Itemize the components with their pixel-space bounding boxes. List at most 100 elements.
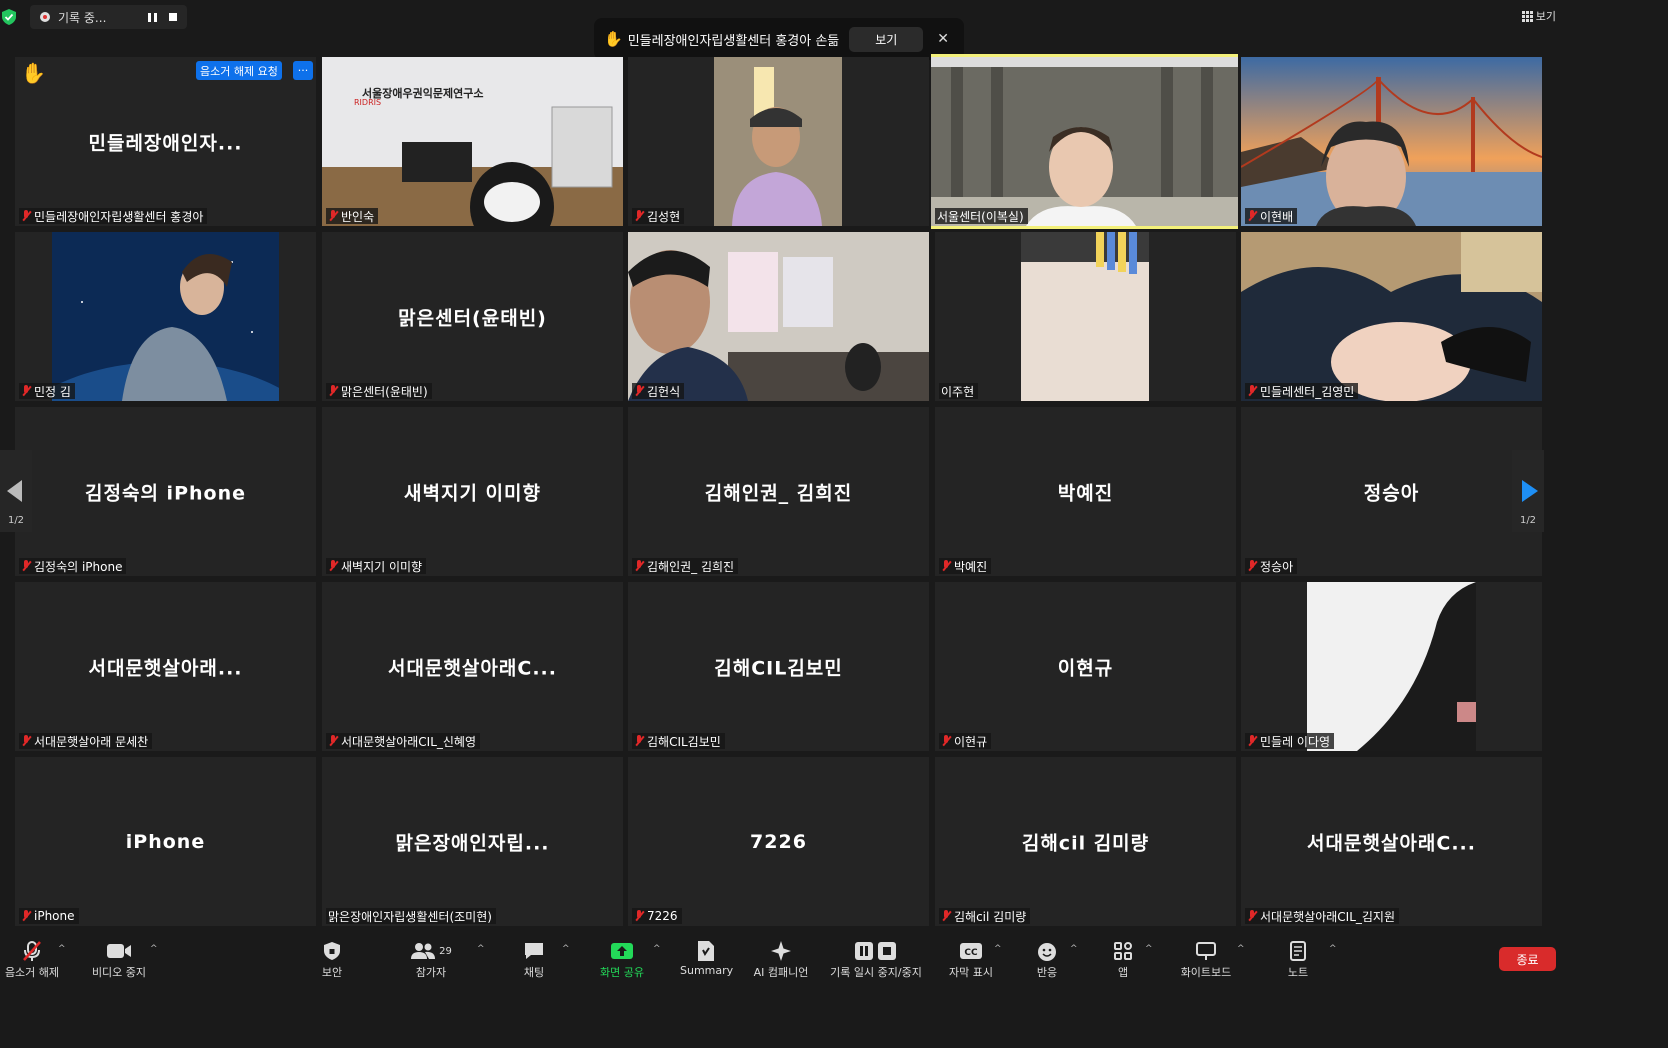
prev-page-button[interactable]: 1/2 [0, 450, 32, 532]
meeting-toolbar: 음소거 해제 ^ 비디오 중지 ^ 보안 29 참가자 ^ 채팅 ^ 화면 공유… [0, 928, 1568, 985]
more-options-button[interactable]: ··· [293, 61, 313, 80]
mic-muted-icon [941, 735, 951, 747]
participant-tile[interactable]: 새벽지기 이미향 새벽지기 이미향 [322, 407, 623, 576]
participant-video [628, 232, 929, 401]
participant-tile[interactable]: 민정 김 [15, 232, 316, 401]
office-logo-text: RIDRIS [354, 98, 381, 107]
participant-tile[interactable]: 김해cil 김미량 김해cil 김미량 [935, 757, 1236, 926]
view-label: 보기 [1535, 10, 1556, 23]
reactions-options-chevron-icon[interactable]: ^ [1070, 944, 1078, 954]
pause-icon[interactable] [148, 12, 157, 22]
participant-tile[interactable]: 맑은센터(윤태빈) 맑은센터(윤태빈) [322, 232, 623, 401]
participant-tile[interactable]: 서대문햇살아래... 서대문햇살아래 문세찬 [15, 582, 316, 751]
whiteboard-options-chevron-icon[interactable]: ^ [1237, 944, 1245, 954]
participant-name: 김성현 [647, 209, 681, 224]
next-page-button[interactable]: 1/2 [1512, 450, 1544, 532]
participant-tile[interactable]: iPhone iPhone [15, 757, 316, 926]
sparkle-icon [771, 941, 791, 961]
end-meeting-button[interactable]: 종료 [1499, 947, 1556, 971]
recording-controls-button[interactable]: 기록 일시 중지/중지 [826, 940, 926, 980]
participant-tile[interactable]: 김헌식 [628, 232, 929, 401]
participant-tile[interactable]: 맑은장애인자립... 맑은장애인자립생활센터(조미현) [322, 757, 623, 926]
captions-button[interactable]: CC 자막 표시 [946, 940, 996, 980]
participant-name: 이현배 [1260, 209, 1294, 224]
participant-tile[interactable]: 7226 7226 [628, 757, 929, 926]
raised-hand-icon: ✋ [21, 61, 46, 85]
notes-options-chevron-icon[interactable]: ^ [1329, 944, 1337, 954]
participant-tile[interactable]: 서대문햇살아래C... 서대문햇살아래CIL_김지원 [1241, 757, 1542, 926]
participant-tile[interactable]: 민들레 이다영 [1241, 582, 1542, 751]
participant-display-name: 정승아 [1363, 482, 1420, 504]
captions-options-chevron-icon[interactable]: ^ [994, 944, 1002, 954]
mic-muted-icon [634, 210, 644, 222]
stop-icon[interactable] [169, 13, 177, 21]
participant-name-label: 서대문햇살아래 문세찬 [19, 733, 153, 749]
participant-tile[interactable]: 이주현 [935, 232, 1236, 401]
share-screen-icon [611, 943, 633, 959]
video-button[interactable]: 비디오 중지 [88, 940, 150, 980]
chat-button[interactable]: 채팅 [518, 940, 550, 980]
apps-label: 앱 [1117, 966, 1129, 979]
mic-muted-icon [21, 735, 31, 747]
whiteboard-button[interactable]: 화이트보드 [1176, 940, 1236, 980]
mic-muted-icon [21, 910, 31, 922]
participant-name-label: 이현배 [1245, 208, 1298, 224]
participant-video [714, 57, 842, 226]
participant-tile[interactable]: 정승아 정승아 [1241, 407, 1542, 576]
close-icon[interactable]: ✕ [937, 31, 949, 47]
participant-tile[interactable]: 김성현 [628, 57, 929, 226]
participant-tile[interactable]: 김해CIL김보민 김해CIL김보민 [628, 582, 929, 751]
notification-view-button[interactable]: 보기 [849, 26, 924, 52]
participant-name: 서울센터(이복실) [937, 209, 1024, 224]
whiteboard-label: 화이트보드 [1180, 966, 1232, 979]
participant-video [931, 57, 1238, 226]
participant-tile[interactable]: 서대문햇살아래C... 서대문햇살아래CIL_신혜영 [322, 582, 623, 751]
summary-button[interactable]: Summary [680, 940, 733, 977]
participant-tile[interactable]: 서울장애우권익문제연구소 RIDRIS 반인숙 [322, 57, 623, 226]
mute-options-chevron-icon[interactable]: ^ [58, 944, 66, 954]
video-options-chevron-icon[interactable]: ^ [150, 944, 158, 954]
participant-tile[interactable]: 박예진 박예진 [935, 407, 1236, 576]
apps-options-chevron-icon[interactable]: ^ [1145, 944, 1153, 954]
apps-button[interactable]: 앱 [1110, 940, 1136, 980]
participant-display-name: 서대문햇살아래C... [1307, 832, 1476, 854]
ai-companion-button[interactable]: AI 컴패니언 [750, 940, 812, 980]
participant-tile[interactable]: 이현규 이현규 [935, 582, 1236, 751]
participant-name: 정승아 [1260, 559, 1294, 574]
mic-muted-icon [941, 910, 951, 922]
participant-name: 김정숙의 iPhone [34, 559, 123, 574]
mic-muted-icon [634, 735, 644, 747]
mic-muted-icon [328, 560, 338, 572]
notes-button[interactable]: 노트 [1284, 940, 1312, 980]
participant-display-name: 김해인권_ 김희진 [704, 482, 853, 504]
participant-name: 반인숙 [341, 209, 375, 224]
participants-options-chevron-icon[interactable]: ^ [477, 944, 485, 954]
share-options-chevron-icon[interactable]: ^ [653, 944, 661, 954]
participant-display-name: 새벽지기 이미향 [404, 482, 541, 504]
mute-button[interactable]: 음소거 해제 [2, 940, 62, 980]
recording-indicator[interactable]: 기록 중... [30, 5, 187, 29]
ask-to-unmute-button[interactable]: 음소거 해제 요청 [196, 61, 282, 80]
participants-count: 29 [439, 945, 452, 957]
participant-name-label: 민들레센터_김영민 [1245, 383, 1359, 399]
security-button[interactable]: 보안 [312, 940, 352, 980]
participant-tile[interactable]: 김정숙의 iPhone 김정숙의 iPhone [15, 407, 316, 576]
participant-display-name: 7226 [750, 830, 807, 853]
participant-tile[interactable]: 이현배 [1241, 57, 1542, 226]
share-screen-button[interactable]: 화면 공유 [594, 940, 650, 980]
participant-tile[interactable]: 서울센터(이복실) [931, 54, 1238, 229]
participant-display-name: 민들레장애인자... [88, 132, 243, 154]
reactions-label: 반응 [1036, 966, 1058, 979]
participant-name-label: 민들레 이다영 [1245, 733, 1335, 749]
participant-name: 박예진 [954, 559, 988, 574]
participants-button[interactable]: 29 참가자 [410, 940, 452, 980]
view-button[interactable]: 보기 [1521, 8, 1556, 24]
participant-name-label: 서대문햇살아래CIL_김지원 [1245, 908, 1400, 924]
participant-tile[interactable]: 민들레센터_김영민 [1241, 232, 1542, 401]
mic-muted-icon [1247, 910, 1257, 922]
participant-name-label: 김성현 [632, 208, 685, 224]
chat-options-chevron-icon[interactable]: ^ [562, 944, 570, 954]
participant-tile[interactable]: 김해인권_ 김희진 김해인권_ 김희진 [628, 407, 929, 576]
reactions-button[interactable]: 반응 [1032, 940, 1062, 980]
participant-tile[interactable]: 민들레장애인자... 민들레장애인자립생활센터 홍경아 ✋ 음소거 해제 요청 ··· [15, 57, 316, 226]
